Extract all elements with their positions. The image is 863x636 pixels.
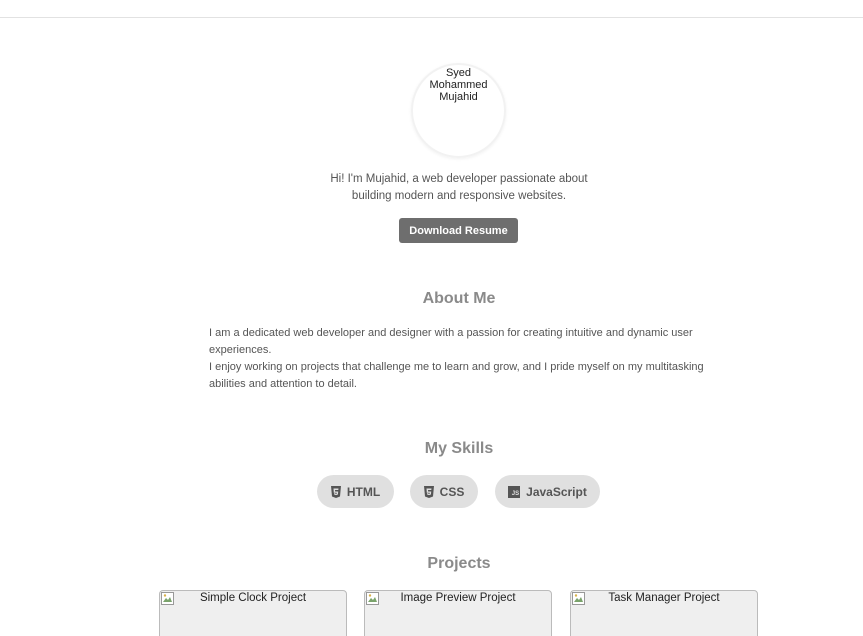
css3-icon xyxy=(423,485,434,498)
projects-section-title: Projects xyxy=(427,555,491,572)
project-card-task-manager[interactable]: Task Manager Project xyxy=(570,590,758,636)
download-resume-button[interactable]: Download Resume xyxy=(399,218,518,243)
about-section-title: About Me xyxy=(422,290,496,307)
project-image-alt: Simple Clock Project xyxy=(199,592,307,604)
skills-section-title: My Skills xyxy=(424,440,494,457)
avatar-alt-text: Syed Mohammed Mujahid xyxy=(429,67,488,103)
top-navbar xyxy=(0,0,863,18)
skill-label: HTML xyxy=(346,484,381,499)
javascript-icon: JS xyxy=(508,485,521,498)
project-image-alt: Task Manager Project xyxy=(608,592,720,604)
project-image-alt: Image Preview Project xyxy=(400,592,516,604)
about-text: I am a dedicated web developer and desig… xyxy=(209,325,709,393)
about-paragraph-2: I enjoy working on projects that challen… xyxy=(209,361,704,390)
skill-javascript-pill[interactable]: JS JavaScript xyxy=(495,475,600,508)
skill-label: CSS xyxy=(439,484,465,499)
skill-label: JavaScript xyxy=(526,484,587,499)
skill-html-pill[interactable]: HTML xyxy=(317,475,394,508)
about-paragraph-1: I am a dedicated web developer and desig… xyxy=(209,327,693,356)
project-card-simple-clock[interactable]: Simple Clock Project xyxy=(159,590,347,636)
project-card-image-preview[interactable]: Image Preview Project xyxy=(364,590,552,636)
skill-css-pill[interactable]: CSS xyxy=(410,475,478,508)
profile-avatar: Syed Mohammed Mujahid xyxy=(411,63,506,158)
intro-text: Hi! I'm Mujahid, a web developer passion… xyxy=(330,173,588,202)
html5-icon xyxy=(330,485,341,498)
